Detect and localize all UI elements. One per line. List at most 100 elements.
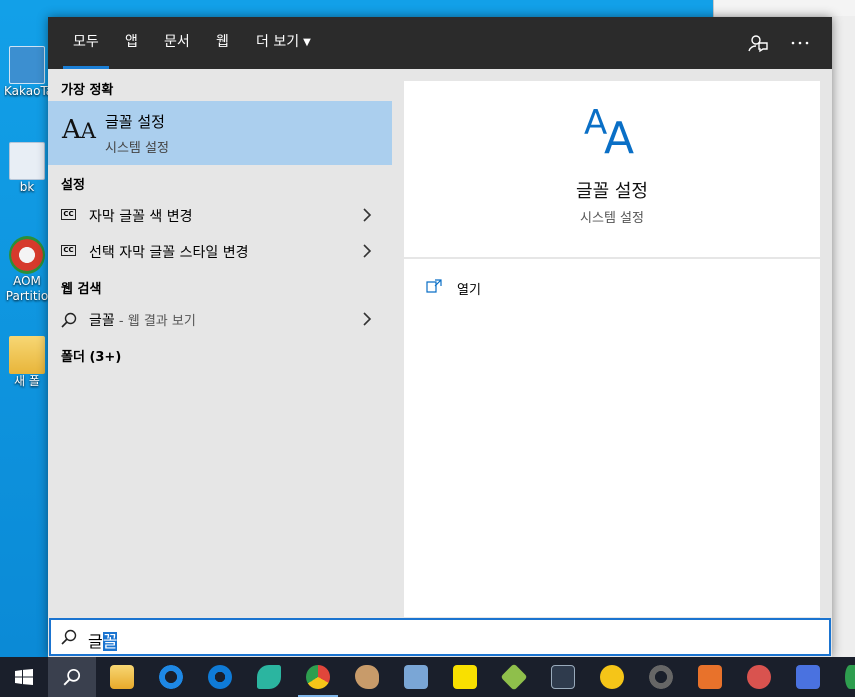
search-query-text: 글꼴: [88, 628, 118, 652]
taskbar-app-dark-ring[interactable]: [637, 657, 685, 697]
web-search-heading: 웹 검색: [61, 282, 102, 297]
desktop-icon-label: AOM: [13, 274, 41, 288]
preview-header: AA 글꼴 설정 시스템 설정: [404, 81, 820, 257]
edge-icon: [208, 665, 232, 689]
taskbar-app-diamond[interactable]: [490, 657, 538, 697]
web-search-item[interactable]: 글꼴 - 웹 결과 보기: [48, 302, 392, 336]
app-diamond-icon: [500, 663, 528, 691]
taskbar-app-red-disc[interactable]: [735, 657, 783, 697]
closed-caption-icon: CC: [61, 209, 76, 220]
web-search-text: 글꼴 - 웹 결과 보기: [89, 310, 196, 330]
desktop-icon-label: bk: [19, 180, 35, 194]
app-eye-icon: [698, 665, 722, 689]
preview-title: 글꼴 설정: [576, 181, 648, 202]
desktop-icon-new-folder[interactable]: 새 폴: [4, 336, 50, 389]
folder-icon: [9, 336, 45, 374]
search-input[interactable]: 글꼴: [49, 618, 831, 656]
taskbar-kakaotalk[interactable]: [441, 657, 489, 697]
kakaotalk-icon: [453, 665, 477, 689]
best-match-subtitle: 시스템 설정: [105, 141, 169, 156]
preview-actions: 열기: [404, 259, 820, 617]
search-icon: [63, 668, 81, 686]
tab-all[interactable]: 모두: [63, 17, 109, 69]
aomei-partition-icon: [9, 236, 45, 274]
search-icon: [61, 312, 77, 328]
best-match-heading: 가장 정확: [61, 83, 114, 98]
document-thumbnail-icon: [9, 142, 45, 180]
best-match-item[interactable]: AA 글꼴 설정 시스템 설정: [48, 101, 392, 165]
folders-heading[interactable]: 폴더 (3+): [61, 346, 121, 365]
ellipsis-icon[interactable]: [788, 31, 812, 55]
desktop-icon-label: 새 폴: [14, 374, 40, 388]
taskbar-app-green[interactable]: [833, 657, 855, 697]
start-button[interactable]: [0, 657, 48, 697]
desktop-icon-bk[interactable]: bk: [4, 142, 50, 195]
desktop-icon-aomei[interactable]: AOM Partitio: [4, 236, 50, 304]
play-icon: [600, 665, 624, 689]
settings-item-caption-style[interactable]: CC 선택 자막 글꼴 스타일 변경: [48, 234, 392, 268]
folder-icon: [110, 665, 134, 689]
chevron-right-icon: [363, 312, 372, 326]
tab-label: 앱: [125, 34, 138, 50]
tab-web[interactable]: 웹: [216, 17, 229, 69]
closed-caption-icon: CC: [61, 245, 76, 256]
open-window-icon: [426, 279, 442, 293]
notepad-icon: [404, 665, 428, 689]
search-icon: [61, 629, 77, 645]
taskbar-file-explorer[interactable]: [98, 657, 146, 697]
taskbar-app-teal[interactable]: [245, 657, 293, 697]
chevron-right-icon: [363, 208, 372, 222]
desktop-icon-label: Partitio: [5, 289, 49, 303]
taskbar: [0, 657, 855, 697]
search-results-list: 가장 정확 AA 글꼴 설정 시스템 설정 설정 CC 자막 글꼴 색 변경 C…: [48, 69, 392, 617]
search-panel: 모두 앱 문서 웹 더 보기▼ 가장 정확 AA 글꼴 설정 시스템 설정 설: [48, 17, 832, 657]
feedback-person-icon[interactable]: [746, 31, 770, 55]
search-query-typed: 글: [88, 632, 103, 651]
app-green-icon: [845, 665, 855, 689]
kakaotalk-shortcut-icon: [9, 46, 45, 84]
taskbar-app-blue-s[interactable]: [784, 657, 832, 697]
taskbar-app-orange-eye[interactable]: [686, 657, 734, 697]
search-button[interactable]: [48, 657, 96, 697]
font-aa-icon: AA: [584, 103, 635, 164]
app-ring-icon: [649, 665, 673, 689]
internet-explorer-icon: [159, 665, 183, 689]
font-aa-icon: AA: [62, 115, 96, 145]
app-teal-icon: [257, 665, 281, 689]
settings-item-label: 선택 자막 글꼴 스타일 변경: [89, 245, 249, 261]
taskbar-edge[interactable]: [196, 657, 244, 697]
search-filter-bar: 모두 앱 문서 웹 더 보기 ▼: [48, 17, 832, 69]
desktop-icon-kakaotalk[interactable]: KakaoTa: [4, 46, 50, 99]
tab-apps[interactable]: 앱: [125, 17, 138, 69]
background-window-titlebar: [714, 0, 855, 16]
paint-palette-icon: [355, 665, 379, 689]
desktop-icon-label: KakaoTa: [4, 84, 50, 98]
tab-label: 웹: [216, 34, 229, 50]
open-action-label: 열기: [457, 283, 481, 298]
best-match-title: 글꼴 설정: [105, 113, 165, 131]
settings-item-label: 자막 글꼴 색 변경: [89, 209, 193, 225]
taskbar-paint[interactable]: [343, 657, 391, 697]
lightroom-icon: [551, 665, 575, 689]
web-search-suffix: - 웹 결과 보기: [114, 314, 196, 329]
search-query-composing: 꼴: [102, 632, 118, 651]
taskbar-media-player[interactable]: [588, 657, 636, 697]
tab-documents[interactable]: 문서: [164, 17, 190, 69]
tab-label: 모두: [73, 34, 99, 50]
app-disc-icon: [747, 665, 771, 689]
taskbar-internet-explorer[interactable]: [147, 657, 195, 697]
settings-item-caption-color[interactable]: CC 자막 글꼴 색 변경: [48, 198, 392, 232]
chevron-right-icon: [363, 244, 372, 258]
taskbar-chrome[interactable]: [294, 657, 342, 697]
preview-subtitle: 시스템 설정: [580, 211, 644, 226]
taskbar-lightroom[interactable]: [539, 657, 587, 697]
settings-heading: 설정: [61, 178, 85, 193]
chrome-icon: [306, 665, 330, 689]
web-search-query: 글꼴: [89, 313, 115, 329]
app-s-icon: [796, 665, 820, 689]
chevron-down-icon: ▼: [303, 37, 311, 48]
tab-label: 더 보기: [256, 34, 300, 50]
taskbar-notepad[interactable]: [392, 657, 440, 697]
tab-more[interactable]: 더 보기 ▼: [256, 17, 311, 69]
windows-logo-icon: [15, 669, 33, 685]
